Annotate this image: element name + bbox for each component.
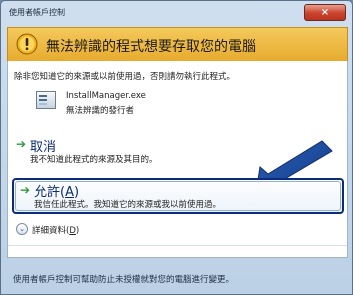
arrow-right-icon: ➔ [16,137,27,151]
close-button[interactable]: × [304,4,346,21]
dialog-content: 除非您知道它的來源或以前使用過，否則請勿執行此程式。 InstallManage… [7,61,348,258]
title-bar: 使用者帳戶控制 × [1,1,352,23]
intro-text: 除非您知道它的來源或以前使用過，否則請勿執行此程式。 [14,72,236,82]
footer-text: 使用者帳戶控制可幫助防止未授權就對您的電腦進行變更。 [13,275,235,285]
chevron-down-icon: ⌄ [16,223,28,235]
uac-dialog: 使用者帳戶控制 × 無法辨識的程式想要存取您的電腦 除非您知道它的來源或以前使用… [0,0,353,295]
app-name: InstallManager.exe [66,91,146,101]
warning-banner: 無法辨識的程式想要存取您的電腦 [7,27,348,62]
shield-warning-icon [16,33,38,55]
banner-title: 無法辨識的程式想要存取您的電腦 [46,39,256,55]
details-label: 詳細資料(D) [32,226,80,236]
allow-option-description: 我信任此程式。我知道它的來源或我以前使用過。 [34,200,222,210]
separator [8,245,347,246]
cancel-option-description: 我不知道此程式的來源及其目的。 [30,155,158,165]
allow-option[interactable]: ➔ 允許(A) 我信任此程式。我知道它的來源或我以前使用過。 [12,178,344,214]
window-title: 使用者帳戶控制 [9,8,65,17]
app-publisher: 無法辨識的發行者 [66,106,135,116]
arrow-right-icon: ➔ [20,183,31,197]
application-icon [36,91,56,109]
